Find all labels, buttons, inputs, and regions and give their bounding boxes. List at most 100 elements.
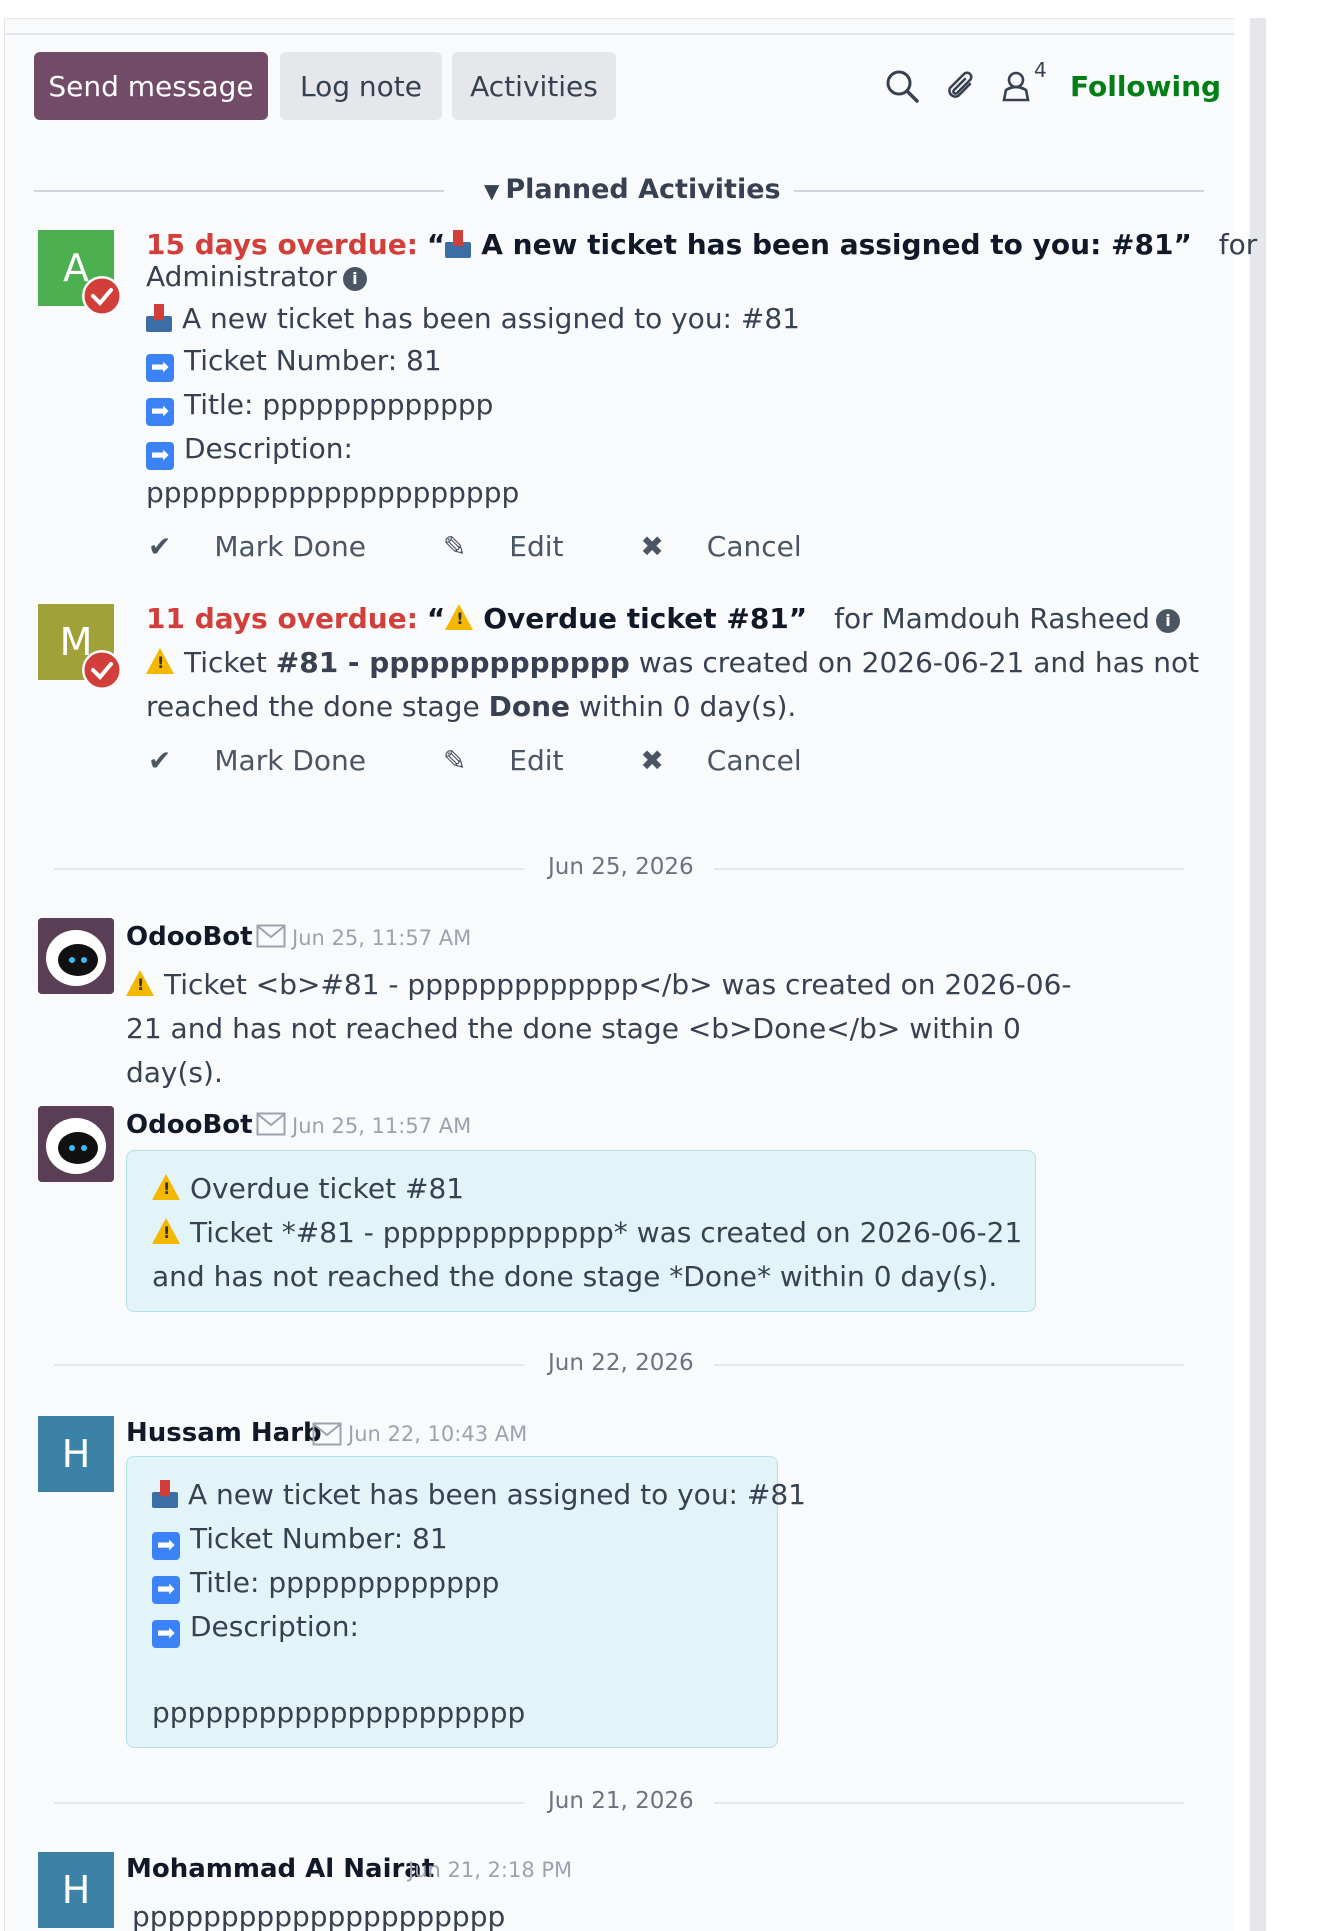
separator-line — [794, 190, 1204, 192]
planned-activities-label: Planned Activities — [505, 174, 781, 205]
avatar-letter: H — [61, 1868, 91, 1912]
message-author[interactable]: Mohammad Al Nairat — [126, 1854, 434, 1884]
mark-done-button[interactable]: ✔ Mark Done — [148, 744, 400, 777]
edit-button[interactable]: ✎ Edit — [443, 744, 598, 777]
for-label: for Mamdouh Rasheed — [834, 602, 1150, 635]
separator-line — [54, 1802, 524, 1804]
followers-icon[interactable] — [996, 66, 1036, 106]
activity-line-text: A new ticket has been assigned to you: #… — [182, 302, 800, 335]
date-label: Jun 22, 2026 — [548, 1350, 694, 1376]
activities-button[interactable]: Activities — [452, 52, 616, 120]
warning-icon — [445, 604, 474, 630]
activity-line-text: Ticket — [184, 646, 267, 679]
separator-line — [54, 1364, 524, 1366]
activity-summary: 11 days overdue: “Overdue ticket #81” fo… — [146, 602, 1180, 635]
message-line: day(s). — [126, 1056, 223, 1089]
send-message-button[interactable]: Send message — [34, 52, 268, 120]
message-author[interactable]: OdooBot — [126, 1110, 253, 1140]
info-icon[interactable]: i — [342, 267, 367, 291]
overdue-label: 15 days overdue: — [146, 228, 418, 261]
message-line: and has not reached the done stage *Done… — [152, 1260, 998, 1293]
cancel-button[interactable]: ✖ Cancel — [640, 744, 835, 777]
envelope-icon — [256, 1112, 286, 1136]
paperclip-icon[interactable] — [942, 66, 982, 106]
separator-line — [54, 868, 524, 870]
edit-label: Edit — [509, 530, 564, 563]
activity-line: ➡ Ticket Number: 81 — [146, 344, 442, 382]
message-author[interactable]: OdooBot — [126, 922, 253, 952]
log-note-button[interactable]: Log note — [280, 52, 442, 120]
separator-line — [34, 190, 444, 192]
separator-line — [714, 868, 1184, 870]
edit-label: Edit — [509, 744, 564, 777]
date-label: Jun 21, 2026 — [548, 1788, 694, 1814]
message-line-text: A new ticket has been assigned to you: #… — [188, 1478, 806, 1511]
activity-summary: 15 days overdue: “A new ticket has been … — [146, 228, 1257, 261]
for-label: for — [1218, 228, 1258, 261]
check-icon: ✔ — [148, 744, 181, 777]
arrow-right-icon: ➡ — [152, 1532, 180, 1560]
activity-line-text: Description: — [184, 432, 353, 465]
mark-done-button[interactable]: ✔ Mark Done — [148, 530, 400, 563]
message-author[interactable]: Hussam Harb — [126, 1418, 322, 1448]
message-line: Overdue ticket #81 — [152, 1172, 464, 1205]
avatar[interactable]: H — [38, 1416, 114, 1492]
activity-line-text: within 0 day(s). — [578, 690, 797, 723]
pencil-icon: ✎ — [442, 744, 476, 777]
activity-line: Ticket #81 - ppppppppppppp was created o… — [146, 646, 1199, 679]
edit-button[interactable]: ✎ Edit — [443, 530, 598, 563]
activity-title[interactable]: “Overdue ticket #81” — [427, 602, 807, 635]
arrow-right-icon: ➡ — [146, 398, 174, 426]
activity-line-text: was created on 2026-06-21 and has not — [638, 646, 1200, 679]
close-icon: ✖ — [640, 744, 673, 777]
activity-line: A new ticket has been assigned to you: #… — [146, 302, 800, 335]
mark-done-label: Mark Done — [214, 530, 366, 563]
avatar-letter: H — [61, 1432, 91, 1476]
separator-line — [714, 1802, 1184, 1804]
warning-icon — [152, 1174, 180, 1200]
inbox-tray-icon — [146, 304, 172, 332]
message-line-text: Ticket <b>#81 - ppppppppppppp</b> was cr… — [164, 968, 1072, 1001]
message-line: 21 and has not reached the done stage <b… — [126, 1012, 1021, 1045]
planned-activities-toggle[interactable]: ▼ Planned Activities — [484, 174, 781, 205]
message-line: Ticket <b>#81 - ppppppppppppp</b> was cr… — [126, 968, 1071, 1001]
envelope-icon — [256, 924, 286, 948]
arrow-right-icon: ➡ — [146, 442, 174, 470]
message-date: Jun 21, 2:18 PM — [408, 1858, 573, 1882]
search-icon[interactable] — [882, 66, 922, 106]
warning-icon — [152, 1218, 180, 1244]
activity-line-text: reached the done stage — [146, 690, 480, 723]
message-line-text: Overdue ticket #81 — [190, 1172, 465, 1205]
message-line: ➡ Description: — [152, 1610, 359, 1648]
assignee-name: Administrator — [146, 260, 337, 293]
activity-line: reached the done stage Done within 0 day… — [146, 690, 796, 723]
stage-name: Done — [488, 690, 570, 723]
cancel-button[interactable]: ✖ Cancel — [640, 530, 835, 563]
close-icon: ✖ — [640, 530, 673, 563]
odoobot-avatar[interactable] — [38, 918, 114, 994]
odoobot-avatar[interactable] — [38, 1106, 114, 1182]
overdue-label: 11 days overdue: — [146, 602, 418, 635]
message-line: ppppppppppppppppppppp — [152, 1696, 526, 1729]
message-line: ppppppppppppppppppppp — [132, 1900, 506, 1931]
inbox-tray-icon — [445, 230, 472, 258]
message-line-text: Ticket Number: 81 — [190, 1522, 448, 1555]
activity-actions: ✔ Mark Done ✎ Edit ✖ Cancel — [148, 744, 870, 777]
info-icon[interactable]: i — [1155, 609, 1180, 633]
activity-title-text: A new ticket has been assigned to you: #… — [481, 228, 1174, 261]
message-line-text: Description: — [190, 1610, 359, 1643]
activity-actions: ✔ Mark Done ✎ Edit ✖ Cancel — [148, 530, 870, 563]
activity-title[interactable]: “A new ticket has been assigned to you: … — [427, 228, 1192, 261]
following-button[interactable]: Following — [1070, 70, 1221, 103]
message-line: ➡ Ticket Number: 81 — [152, 1522, 448, 1560]
scrollbar-track[interactable] — [1250, 18, 1266, 1931]
inbox-tray-icon — [152, 1480, 178, 1508]
chatter-toolbar: Send message Log note Activities 4 Follo… — [34, 52, 1221, 120]
warning-icon — [126, 970, 154, 996]
planned-activities-separator[interactable]: ▼ Planned Activities — [34, 170, 1204, 210]
avatar[interactable]: H — [38, 1852, 114, 1928]
warning-icon — [146, 648, 174, 674]
activity-line-text: Title: ppppppppppppp — [184, 388, 494, 421]
envelope-icon — [312, 1422, 342, 1446]
message-date: Jun 25, 11:57 AM — [292, 1114, 472, 1138]
